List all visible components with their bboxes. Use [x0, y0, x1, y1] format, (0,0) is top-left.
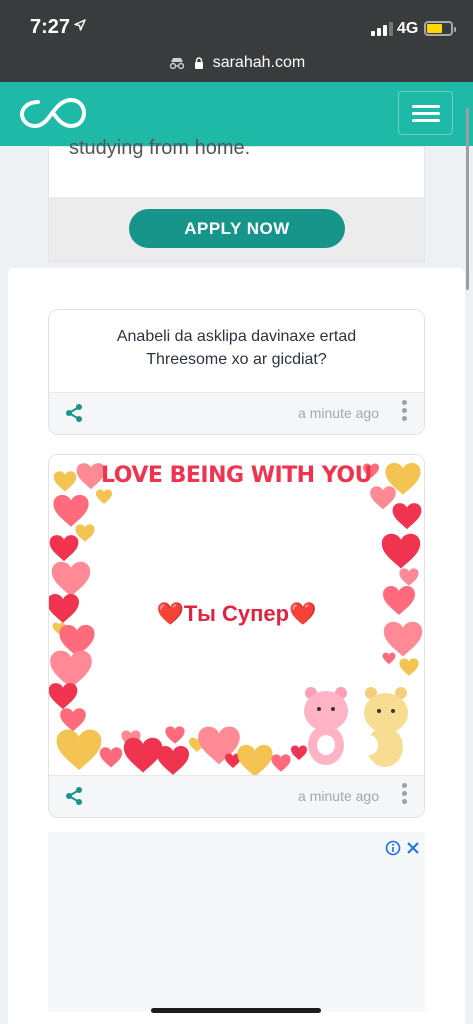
share-icon[interactable] — [64, 786, 84, 806]
signal-icon — [371, 22, 393, 36]
hamburger-menu-icon[interactable] — [398, 91, 453, 135]
ad-controls — [385, 840, 421, 856]
message-image: LOVE BEING WITH YOU ❤️Ты Супер❤️ — [49, 455, 424, 777]
network-label: 4G — [397, 20, 419, 37]
lock-icon — [195, 57, 204, 69]
message-footer: a minute ago — [49, 775, 424, 817]
message-text: Anabeli da asklipa davinaxe ertad Threes… — [116, 328, 357, 368]
sponsored-card: studying from home. APPLY NOW — [48, 137, 425, 262]
url-bar[interactable]: sarahah.com — [0, 54, 473, 72]
image-center-text: ❤️Ты Супер❤️ — [156, 601, 317, 626]
home-indicator — [151, 1008, 321, 1013]
infinity-logo-icon[interactable] — [18, 96, 88, 130]
message-card: Anabeli da asklipa davinaxe ertad Threes… — [48, 309, 425, 435]
status-bar: 7:27 4G sarahah.com — [0, 0, 473, 82]
message-card-image: LOVE BEING WITH YOU ❤️Ты Супер❤️ a minut… — [48, 454, 425, 818]
message-time: a minute ago — [298, 788, 379, 804]
ad-text: studying from home. — [69, 137, 251, 159]
battery-icon — [424, 21, 456, 36]
url-text: sarahah.com — [212, 54, 306, 71]
location-arrow-icon — [74, 19, 86, 31]
image-title: LOVE BEING WITH YOU — [101, 463, 372, 488]
incognito-icon — [169, 57, 184, 69]
ad-info-icon[interactable] — [385, 840, 401, 856]
message-time: a minute ago — [298, 405, 379, 421]
status-time: 7:27 — [30, 16, 71, 38]
share-icon[interactable] — [64, 403, 84, 423]
more-vertical-icon[interactable] — [402, 783, 408, 807]
ad-footer: APPLY NOW — [49, 197, 424, 261]
ad-close-icon[interactable] — [405, 840, 421, 856]
more-vertical-icon[interactable] — [402, 400, 408, 424]
message-footer: a minute ago — [49, 392, 424, 434]
teddy-bears-illustration — [304, 687, 408, 767]
apply-now-button[interactable]: APPLY NOW — [129, 209, 345, 248]
scrollbar[interactable] — [466, 108, 469, 290]
ad-slot — [48, 832, 425, 1012]
